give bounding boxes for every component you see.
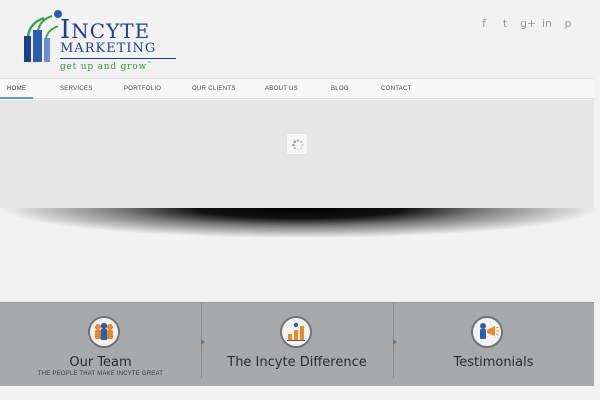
nav-item-portfolio[interactable]: PORTFOLIO (124, 79, 161, 99)
nav-item-home[interactable]: HOME (0, 79, 34, 99)
spinner-icon (292, 139, 304, 151)
brand-title: INCYTE (60, 17, 150, 43)
nav-item-about-us[interactable]: ABOUT US (265, 79, 298, 99)
main-nav: HOME SERVICES PORTFOLIO OUR CLIENTS ABOU… (0, 78, 594, 99)
site-logo[interactable]: INCYTE MARKETING get up and grow™ (18, 8, 176, 72)
chevron-right-icon (393, 339, 397, 345)
nav-item-blog[interactable]: BLOG (331, 79, 349, 99)
slider-shadow (0, 208, 600, 238)
team-icon (88, 316, 120, 348)
tagline-mark: ™ (146, 61, 153, 67)
feature-incyte-difference[interactable]: The Incyte Difference (201, 303, 393, 387)
page-bottom (0, 386, 600, 400)
nav-item-our-clients[interactable]: OUR CLIENTS (192, 79, 236, 99)
google-plus-icon[interactable]: g+ (520, 17, 536, 31)
twitter-icon[interactable]: t (499, 17, 511, 31)
growth-chart-icon (280, 316, 312, 348)
feature-our-team[interactable]: Our Team THE PEOPLE THAT MAKE INCYTE GRE… (0, 303, 201, 387)
megaphone-icon (471, 316, 503, 348)
nav-item-contact[interactable]: CONTACT (381, 79, 412, 99)
feature-subtitle: THE PEOPLE THAT MAKE INCYTE GREAT (37, 371, 164, 377)
tagline-text: get up and grow (60, 62, 147, 72)
loading-spinner (286, 133, 308, 155)
social-links: f t g+ in p (478, 17, 574, 31)
feature-divider (201, 302, 205, 378)
feature-testimonials[interactable]: Testimonials (393, 303, 594, 387)
features-band: Our Team THE PEOPLE THAT MAKE INCYTE GRE… (0, 302, 594, 386)
feature-divider (393, 302, 397, 378)
feature-title: Our Team (69, 355, 132, 370)
feature-title: The Incyte Difference (227, 355, 367, 370)
pinterest-icon[interactable]: p (562, 17, 574, 31)
chevron-right-icon (201, 339, 205, 345)
nav-item-services[interactable]: SERVICES (60, 79, 93, 99)
brand-rule (60, 58, 176, 59)
logo-mark-icon (24, 10, 62, 62)
facebook-icon[interactable]: f (478, 17, 490, 31)
linkedin-icon[interactable]: in (541, 17, 553, 31)
brand-tagline: get up and grow™ (60, 61, 153, 72)
brand-name-rest: NCYTE (71, 19, 151, 43)
feature-title: Testimonials (453, 355, 534, 370)
brand-subtitle: MARKETING (60, 41, 157, 56)
